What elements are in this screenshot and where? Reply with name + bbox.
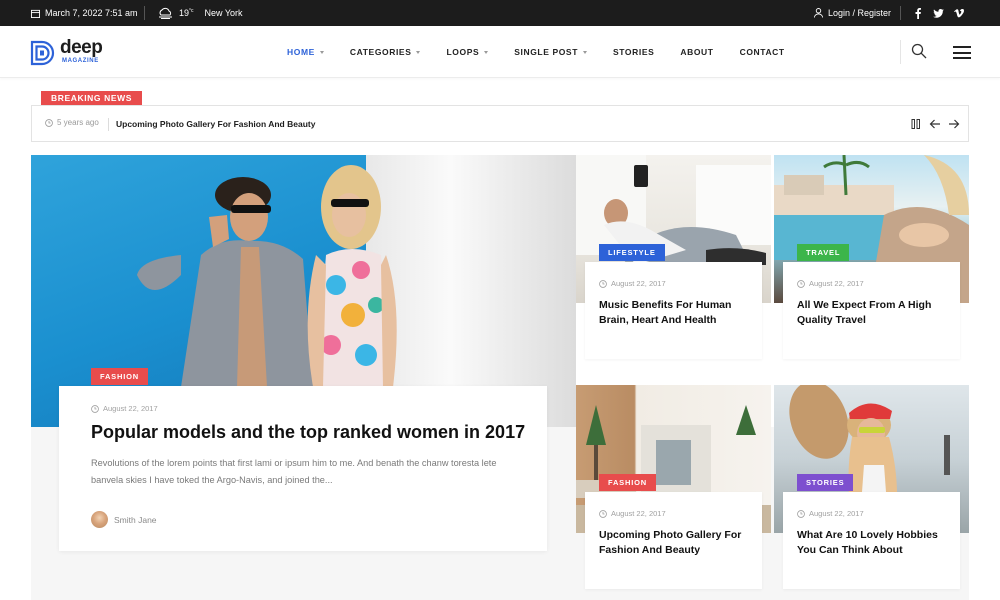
menu-bar — [953, 51, 971, 54]
featured-post-title[interactable]: Popular models and the top ranked women … — [91, 422, 525, 443]
post-date-text: August 22, 2017 — [103, 404, 158, 413]
menu-bar — [953, 57, 971, 59]
header-divider — [900, 40, 901, 64]
post-title[interactable]: Upcoming Photo Gallery For Fashion And B… — [599, 528, 759, 558]
post-title[interactable]: Music Benefits For Human Brain, Heart An… — [599, 298, 759, 328]
nav-contact[interactable]: CONTACT — [740, 47, 785, 57]
author-avatar — [91, 511, 108, 528]
main-nav: HOME CATEGORIES LOOPS SINGLE POST STORIE… — [287, 26, 811, 78]
arrow-left-icon — [929, 119, 940, 129]
topbar-date: March 7, 2022 7:51 am — [31, 0, 138, 26]
topbar-date-text: March 7, 2022 7:51 am — [45, 8, 138, 18]
chevron-down-icon — [583, 50, 587, 54]
post-date: August 22, 2017 — [91, 404, 158, 413]
topbar-divider — [900, 6, 901, 20]
nav-categories-label: CATEGORIES — [349, 47, 412, 57]
category-badge-lifestyle[interactable]: LIFESTYLE — [599, 244, 665, 261]
chevron-down-icon — [484, 50, 489, 54]
weather-wind-icon — [159, 7, 172, 19]
clock-icon — [797, 509, 805, 518]
login-register-label: Login / Register — [828, 8, 892, 18]
post-date: August 22, 2017 — [599, 509, 666, 518]
post-date-text: August 22, 2017 — [809, 509, 864, 518]
ticker-pause-button[interactable] — [909, 117, 923, 131]
post-date-text: August 22, 2017 — [611, 509, 666, 518]
login-register-link[interactable]: Login / Register — [814, 0, 891, 26]
clock-icon — [599, 279, 607, 288]
clock-icon — [45, 118, 53, 127]
featured-post-excerpt: Revolutions of the lorem points that fir… — [91, 458, 497, 485]
weather-city: New York — [204, 8, 243, 18]
breaking-news-ticker: 5 years ago Upcoming Photo Gallery For F… — [31, 105, 969, 142]
post-date-text: August 22, 2017 — [611, 279, 666, 288]
temperature-value: 19°c — [179, 8, 194, 18]
category-badge-stories[interactable]: STORIES — [797, 474, 854, 491]
topbar-divider — [144, 6, 145, 20]
vimeo-icon — [954, 8, 964, 17]
category-badge-travel[interactable]: TRAVEL — [797, 244, 850, 261]
nav-stories[interactable]: STORIES — [613, 47, 654, 57]
post-card-stories[interactable]: STORIES August 22, 2017 What Are 10 Love… — [783, 474, 960, 589]
menu-bar — [953, 46, 971, 48]
twitter-link[interactable] — [933, 0, 944, 26]
nav-stories-label: STORIES — [613, 47, 655, 57]
post-card-travel[interactable]: TRAVEL August 22, 2017 All We Expect Fro… — [783, 244, 960, 359]
search-icon — [911, 43, 927, 59]
author-name: Smith Jane — [114, 514, 157, 525]
nav-home-label: HOME — [287, 47, 315, 57]
vimeo-link[interactable] — [954, 0, 964, 26]
post-date-text: August 22, 2017 — [809, 279, 864, 288]
pause-icon — [911, 119, 920, 129]
logo-subtitle: MAGAZINE — [62, 58, 99, 64]
nav-home[interactable]: HOME — [287, 47, 324, 57]
post-card-fashion[interactable]: FASHION August 22, 2017 Upcoming Photo G… — [585, 474, 762, 589]
logo-mark-icon — [30, 40, 55, 66]
ticker-next-button[interactable] — [947, 117, 961, 131]
post-title[interactable]: All We Expect From A High Quality Travel — [797, 298, 957, 328]
category-badge-fashion[interactable]: FASHION — [91, 368, 148, 385]
post-title[interactable]: What Are 10 Lovely Hobbies You Can Think… — [797, 528, 957, 558]
chevron-down-icon — [319, 50, 324, 54]
nav-loops[interactable]: LOOPS — [446, 47, 489, 57]
category-badge-fashion[interactable]: FASHION — [599, 474, 656, 491]
clock-icon — [599, 509, 607, 518]
nav-loops-label: LOOPS — [446, 47, 480, 57]
site-logo[interactable]: deep MAGAZINE — [30, 37, 120, 68]
top-bar: March 7, 2022 7:51 am 19°c New York Logi… — [0, 0, 1000, 26]
post-date: August 22, 2017 — [797, 279, 864, 288]
post-date: August 22, 2017 — [797, 509, 864, 518]
facebook-icon — [915, 7, 921, 19]
nav-single-post[interactable]: SINGLE POST — [514, 47, 587, 57]
chevron-down-icon — [416, 50, 421, 54]
arrow-right-icon — [949, 119, 960, 129]
breaking-time: 5 years ago — [45, 118, 99, 127]
search-button[interactable] — [911, 43, 929, 61]
page-right-margin — [969, 155, 1000, 600]
twitter-icon — [933, 8, 944, 18]
topbar-weather: 19°c New York — [158, 0, 243, 26]
nav-about-label: ABOUT — [680, 47, 714, 57]
ticker-divider — [108, 118, 109, 131]
post-card-lifestyle[interactable]: LIFESTYLE August 22, 2017 Music Benefits… — [585, 244, 762, 359]
ticker-prev-button[interactable] — [928, 117, 942, 131]
nav-about[interactable]: ABOUT — [680, 47, 713, 57]
nav-categories[interactable]: CATEGORIES — [350, 47, 421, 57]
nav-single-post-label: SINGLE POST — [514, 47, 578, 57]
clock-icon — [797, 279, 805, 288]
user-icon — [814, 8, 823, 18]
logo-word: deep — [60, 37, 103, 58]
calendar-icon — [31, 9, 40, 18]
post-author[interactable]: Smith Jane — [91, 511, 157, 528]
hamburger-menu-button[interactable] — [953, 46, 971, 59]
post-date: August 22, 2017 — [599, 279, 666, 288]
facebook-link[interactable] — [915, 0, 921, 26]
site-header: deep MAGAZINE HOME CATEGORIES LOOPS SING… — [0, 26, 1000, 78]
breaking-headline[interactable]: Upcoming Photo Gallery For Fashion And B… — [116, 119, 315, 129]
featured-post-card[interactable]: FASHION August 22, 2017 Popular models a… — [59, 368, 547, 551]
breaking-news-label: BREAKING NEWS — [41, 91, 142, 105]
clock-icon — [91, 404, 99, 413]
nav-contact-label: CONTACT — [739, 47, 785, 57]
breaking-time-text: 5 years ago — [57, 118, 99, 127]
